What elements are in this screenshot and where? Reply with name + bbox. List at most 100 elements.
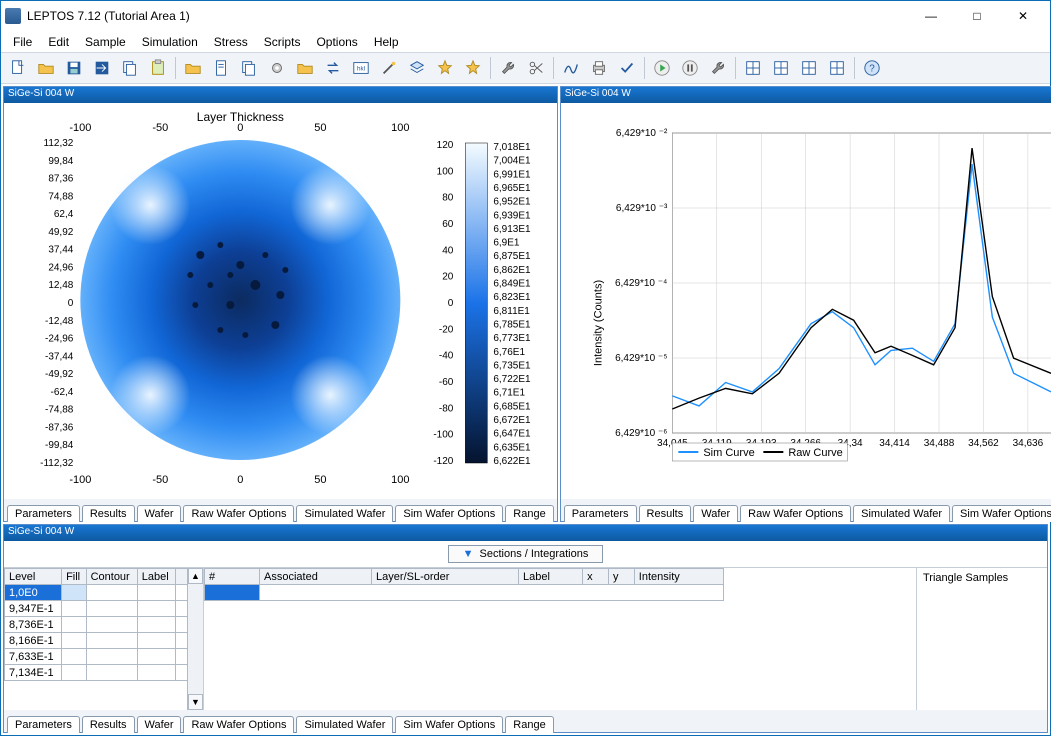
check-button[interactable] xyxy=(614,55,640,81)
tab-simulated-wafer[interactable]: Simulated Wafer xyxy=(296,716,393,733)
tab-raw-wafer-options[interactable]: Raw Wafer Options xyxy=(183,716,294,733)
export-button[interactable] xyxy=(89,55,115,81)
menu-options[interactable]: Options xyxy=(308,33,365,51)
col-label[interactable]: Label xyxy=(137,569,175,585)
grid2-button[interactable] xyxy=(768,55,794,81)
menu-scripts[interactable]: Scripts xyxy=(256,33,309,51)
col-x[interactable]: x xyxy=(583,569,609,585)
play-button[interactable] xyxy=(649,55,675,81)
scissors-button[interactable] xyxy=(523,55,549,81)
tab-sim-wafer-options[interactable]: Sim Wafer Options xyxy=(952,505,1051,522)
level-row[interactable]: 7,633E-1 xyxy=(5,649,188,665)
scroll-up-button[interactable]: ▲ xyxy=(188,568,203,584)
wafer-map-body[interactable]: Layer Thickness xyxy=(4,103,557,499)
col-label[interactable]: Label xyxy=(519,569,583,585)
svg-text:-74,88: -74,88 xyxy=(45,405,74,416)
curve-button[interactable] xyxy=(558,55,584,81)
close-button[interactable]: ✕ xyxy=(1000,1,1046,31)
tab-range[interactable]: Range xyxy=(505,716,553,733)
svg-text:-99,84: -99,84 xyxy=(45,440,74,451)
col-associated[interactable]: Associated xyxy=(260,569,372,585)
starburst-button[interactable] xyxy=(460,55,486,81)
tab-wafer[interactable]: Wafer xyxy=(693,505,738,522)
help-button[interactable]: ? xyxy=(859,55,885,81)
col-[interactable]: # xyxy=(205,569,260,585)
grid1-button[interactable] xyxy=(740,55,766,81)
tab-raw-wafer-options[interactable]: Raw Wafer Options xyxy=(183,505,294,522)
maximize-button[interactable]: □ xyxy=(954,1,1000,31)
level-row[interactable]: 8,736E-1 xyxy=(5,617,188,633)
tab-range[interactable]: Range xyxy=(505,505,553,522)
menu-sample[interactable]: Sample xyxy=(77,33,134,51)
svg-text:0: 0 xyxy=(237,122,243,134)
tab-results[interactable]: Results xyxy=(82,505,135,522)
pause-button[interactable] xyxy=(677,55,703,81)
tab-parameters[interactable]: Parameters xyxy=(7,716,80,733)
folder-open-button[interactable] xyxy=(180,55,206,81)
tab-simulated-wafer[interactable]: Simulated Wafer xyxy=(296,505,393,522)
svg-text:6,685E1: 6,685E1 xyxy=(493,401,531,412)
wrench2-button[interactable] xyxy=(705,55,731,81)
tab-parameters[interactable]: Parameters xyxy=(7,505,80,522)
col-intensity[interactable]: Intensity xyxy=(634,569,723,585)
menu-simulation[interactable]: Simulation xyxy=(134,33,206,51)
tab-raw-wafer-options[interactable]: Raw Wafer Options xyxy=(740,505,851,522)
grid3-button[interactable] xyxy=(796,55,822,81)
tab-wafer[interactable]: Wafer xyxy=(137,716,182,733)
copy-button[interactable] xyxy=(117,55,143,81)
level-row[interactable]: 1,0E0 xyxy=(5,585,188,601)
col-contour[interactable]: Contour xyxy=(86,569,137,585)
star-button[interactable] xyxy=(432,55,458,81)
tab-sim-wafer-options[interactable]: Sim Wafer Options xyxy=(395,716,503,733)
menu-stress[interactable]: Stress xyxy=(206,33,256,51)
svg-text:6,9E1: 6,9E1 xyxy=(493,238,520,249)
open-button[interactable] xyxy=(33,55,59,81)
tab-parameters[interactable]: Parameters xyxy=(564,505,637,522)
sections-grid[interactable]: #AssociatedLayer/SL-orderLabelxyIntensit… xyxy=(204,568,917,710)
wand-button[interactable] xyxy=(376,55,402,81)
col-fill[interactable]: Fill xyxy=(62,569,87,585)
copy2-button[interactable] xyxy=(236,55,262,81)
menu-file[interactable]: File xyxy=(5,33,40,51)
save-button[interactable] xyxy=(61,55,87,81)
print-button[interactable] xyxy=(586,55,612,81)
col-y[interactable]: y xyxy=(608,569,634,585)
svg-text:60: 60 xyxy=(442,219,454,230)
menu-edit[interactable]: Edit xyxy=(40,33,77,51)
intensity-plot-body[interactable]: Intensity (Counts) 6,429*10 ⁻²6,429*10 ⁻… xyxy=(561,103,1051,499)
sections-integrations-button[interactable]: ▼ Sections / Integrations xyxy=(448,545,604,563)
tab-results[interactable]: Results xyxy=(639,505,692,522)
wrench-button[interactable] xyxy=(495,55,521,81)
level-row[interactable]: 9,347E-1 xyxy=(5,601,188,617)
minimize-button[interactable]: — xyxy=(908,1,954,31)
grid-scrollbar[interactable]: ▲ ▼ xyxy=(187,568,203,710)
svg-text:-20: -20 xyxy=(439,324,454,335)
svg-text:6,823E1: 6,823E1 xyxy=(493,292,531,303)
grid4-button[interactable] xyxy=(824,55,850,81)
swap-button[interactable] xyxy=(320,55,346,81)
svg-text:6,939E1: 6,939E1 xyxy=(493,210,531,221)
svg-text:6,875E1: 6,875E1 xyxy=(493,251,531,262)
menu-help[interactable]: Help xyxy=(366,33,407,51)
col-level[interactable]: Level xyxy=(5,569,62,585)
scroll-down-button[interactable]: ▼ xyxy=(188,694,203,710)
new-doc-button[interactable] xyxy=(5,55,31,81)
col-layerslorder[interactable]: Layer/SL-order xyxy=(372,569,519,585)
folder2-button[interactable] xyxy=(292,55,318,81)
level-grid[interactable]: LevelFillContourLabel 1,0E09,347E-18,736… xyxy=(4,568,204,710)
tab-results[interactable]: Results xyxy=(82,716,135,733)
svg-text:-37,44: -37,44 xyxy=(45,351,74,362)
doc-button[interactable] xyxy=(208,55,234,81)
tab-wafer[interactable]: Wafer xyxy=(137,505,182,522)
hkl-button[interactable]: hkl xyxy=(348,55,374,81)
layers-button[interactable] xyxy=(404,55,430,81)
level-row[interactable]: 8,166E-1 xyxy=(5,633,188,649)
svg-text:-12,48: -12,48 xyxy=(45,316,74,327)
clipboard-button[interactable] xyxy=(145,55,171,81)
svg-text:-50: -50 xyxy=(152,474,168,486)
tab-sim-wafer-options[interactable]: Sim Wafer Options xyxy=(395,505,503,522)
svg-text:6,722E1: 6,722E1 xyxy=(493,374,531,385)
tab-simulated-wafer[interactable]: Simulated Wafer xyxy=(853,505,950,522)
level-row[interactable]: 7,134E-1 xyxy=(5,665,188,681)
gear-button[interactable] xyxy=(264,55,290,81)
